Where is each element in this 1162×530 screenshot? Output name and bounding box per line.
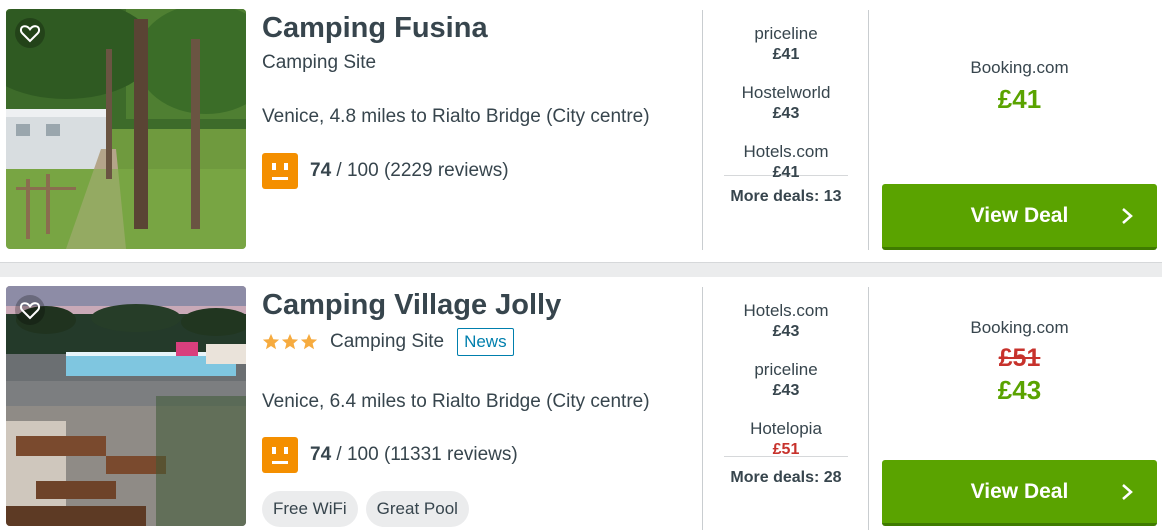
original-price: £51 <box>998 344 1041 372</box>
rating-score: 74 <box>310 444 332 465</box>
accommodation-type: Camping Site <box>330 331 445 352</box>
view-deal-label: View Deal <box>970 479 1069 503</box>
deal-site: priceline <box>754 360 818 379</box>
more-deals-link[interactable]: More deals: 28 <box>712 469 860 487</box>
best-deal-price: £43 <box>997 375 1042 405</box>
deal-item[interactable]: priceline £41 <box>712 24 860 83</box>
listing-photo[interactable] <box>6 286 246 526</box>
listing-card-camping-fusina: Camping Fusina Camping Site Venice, 4.8 … <box>0 0 1162 262</box>
rating-text: 74 / 100 (11331 reviews) <box>310 444 518 466</box>
column-divider <box>702 287 703 530</box>
star-icon <box>300 333 318 350</box>
neutral-face-icon <box>262 437 298 473</box>
neutral-face-icon <box>262 153 298 189</box>
heart-icon[interactable] <box>14 294 46 326</box>
column-divider <box>702 10 703 250</box>
deal-price: £43 <box>772 382 800 399</box>
star-icon <box>281 333 299 350</box>
listing-location[interactable]: Venice, 4.8 miles to Rialto Bridge (City… <box>262 106 650 128</box>
type-row: Camping Site News <box>262 327 514 357</box>
listing-name[interactable]: Camping Village Jolly <box>262 289 561 322</box>
heart-icon[interactable] <box>14 17 46 49</box>
amenities: Free WiFi Great Pool <box>262 491 469 527</box>
other-deals: priceline £41 Hostelworld £43 Hotels.com… <box>712 24 860 206</box>
rating-summary: / 100 (2229 reviews) <box>331 160 509 181</box>
best-deal-price: £41 <box>997 84 1042 114</box>
accommodation-type: Camping Site <box>262 52 377 73</box>
deal-price: £41 <box>772 46 800 63</box>
best-deal[interactable]: Booking.com £51 £43 <box>882 318 1157 406</box>
deal-site: Hotelopia <box>750 419 822 438</box>
more-deals-link[interactable]: More deals: 13 <box>712 188 860 206</box>
deal-site: Hotels.com <box>743 142 829 161</box>
star-rating <box>262 333 318 351</box>
deal-site: Hotels.com <box>743 301 829 320</box>
chevron-right-icon <box>1122 484 1133 500</box>
rating-row[interactable]: 74 / 100 (11331 reviews) <box>262 437 518 473</box>
rating-summary: / 100 (11331 reviews) <box>331 444 518 465</box>
listing-name[interactable]: Camping Fusina <box>262 12 488 45</box>
amenity-chip-great-pool: Great Pool <box>365 491 469 527</box>
listing-location[interactable]: Venice, 6.4 miles to Rialto Bridge (City… <box>262 391 650 413</box>
other-deals: Hotels.com £43 priceline £43 Hotelopia £… <box>712 301 860 487</box>
best-deal-site: Booking.com <box>970 318 1069 337</box>
deal-site: priceline <box>754 24 818 43</box>
rating-text: 74 / 100 (2229 reviews) <box>310 160 509 182</box>
best-deal-site: Booking.com <box>970 58 1069 77</box>
deal-price: £41 <box>772 164 800 181</box>
listing-card-camping-village-jolly: Camping Village Jolly Camping Site News … <box>0 277 1162 530</box>
chevron-right-icon <box>1122 208 1133 224</box>
news-badge[interactable]: News <box>457 328 514 356</box>
rating-score: 74 <box>310 160 332 181</box>
listing-photo[interactable] <box>6 9 246 249</box>
deal-item[interactable]: priceline £43 <box>712 360 860 419</box>
view-deal-button[interactable]: View Deal <box>882 460 1157 526</box>
column-divider <box>868 287 869 530</box>
best-deal[interactable]: Booking.com £41 <box>882 58 1157 115</box>
deal-price: £43 <box>772 323 800 340</box>
rating-row[interactable]: 74 / 100 (2229 reviews) <box>262 153 509 189</box>
deal-item[interactable]: Hostelworld £43 <box>712 83 860 142</box>
star-icon <box>262 333 280 350</box>
column-divider <box>868 10 869 250</box>
view-deal-button[interactable]: View Deal <box>882 184 1157 250</box>
deal-item[interactable]: Hotels.com £43 <box>712 301 860 360</box>
card-separator <box>0 262 1162 277</box>
view-deal-label: View Deal <box>970 203 1069 227</box>
amenity-chip-free-wifi: Free WiFi <box>262 491 358 527</box>
deal-price: £43 <box>772 105 800 122</box>
deal-site: Hostelworld <box>741 83 831 102</box>
